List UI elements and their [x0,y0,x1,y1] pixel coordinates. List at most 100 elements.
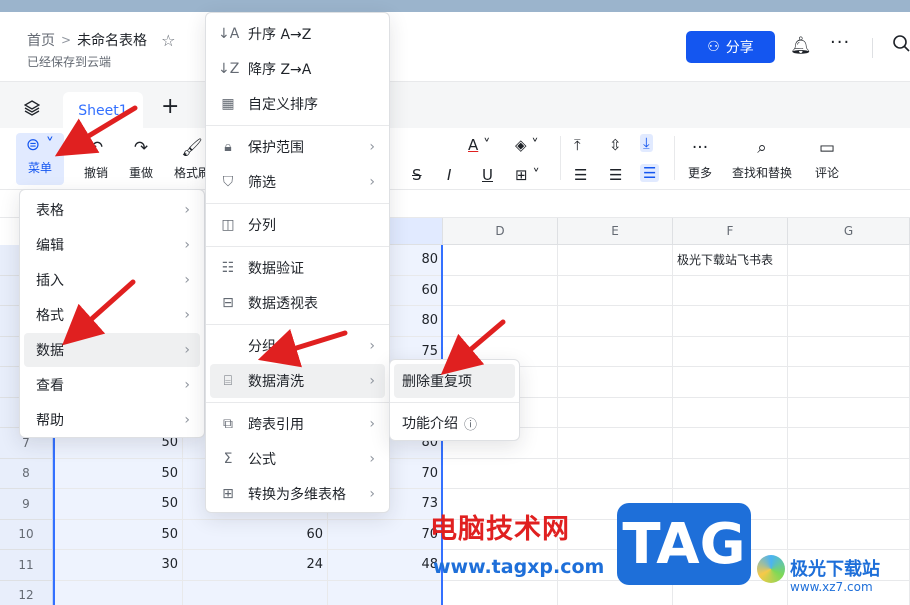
menu-item-remove-duplicates[interactable]: 删除重复项 [394,364,515,398]
table-cell[interactable] [788,397,910,428]
table-cell[interactable]: 24 [183,550,328,581]
table-cell[interactable] [673,275,788,306]
fill-color-icon[interactable]: ◈ ˅ [515,136,539,154]
table-cell[interactable] [443,275,558,306]
row-header[interactable]: 9 [0,489,53,520]
menu-item-format[interactable]: 格式 › [24,298,200,332]
table-cell[interactable] [673,336,788,367]
menu-item-protect-range[interactable]: 🔒︎ 保护范围 › [210,130,385,164]
comment-button[interactable]: ▭ 评论 [815,136,839,181]
align-middle-icon[interactable]: ⇳ [609,136,622,154]
menu-item-feature-intro[interactable]: 功能介绍 ⓘ [394,406,515,440]
align-right-icon[interactable]: ☰ [640,164,660,182]
col-header-g[interactable]: G [788,218,910,245]
table-cell[interactable] [788,519,910,550]
table-cell[interactable] [558,245,673,276]
italic-icon[interactable]: I [447,166,451,184]
table-cell[interactable] [673,367,788,398]
align-left-icon[interactable]: ☰ [574,166,587,184]
table-cell[interactable] [788,275,910,306]
table-cell[interactable] [788,458,910,489]
col-header-d[interactable]: D [443,218,558,245]
breadcrumb-home[interactable]: 首页 [27,30,55,50]
table-cell[interactable] [558,336,673,367]
menu-item-filter[interactable]: ⛉ 筛选 › [210,165,385,199]
table-cell[interactable] [558,458,673,489]
menu-item-data-cleaning[interactable]: ⌸ 数据清洗 › [210,364,385,398]
table-cell[interactable] [673,306,788,337]
table-cell[interactable] [443,580,558,605]
table-cell[interactable] [558,275,673,306]
menu-item-sort-asc[interactable]: ↓A 升序 A→Z [210,17,385,51]
table-cell[interactable] [788,367,910,398]
table-cell[interactable] [673,397,788,428]
table-cell[interactable] [558,397,673,428]
redo-button[interactable]: ↷ 重做 [129,136,153,181]
table-cell[interactable] [328,580,443,605]
table-cell[interactable] [788,336,910,367]
more-icon[interactable]: ··· [830,32,850,53]
font-color-icon[interactable]: A ˅ [468,136,491,154]
menu-item-data[interactable]: 数据 › [24,333,200,367]
table-cell[interactable]: 60 [183,519,328,550]
table-cell[interactable] [788,489,910,520]
table-cell[interactable] [673,428,788,459]
table-cell[interactable]: 70 [328,519,443,550]
table-cell[interactable]: 50 [53,458,183,489]
share-button[interactable]: ⚇ 分享 [686,31,775,63]
table-cell[interactable] [673,458,788,489]
table-cell[interactable]: 48 [328,550,443,581]
menu-item-view[interactable]: 查看 › [24,368,200,402]
table-cell[interactable] [558,306,673,337]
table-cell[interactable] [443,458,558,489]
strikethrough-icon[interactable]: S [412,166,422,184]
menu-item-cross-sheet-ref[interactable]: ⧉ 跨表引用 › [210,407,385,441]
menu-item-insert[interactable]: 插入 › [24,263,200,297]
table-cell[interactable] [443,245,558,276]
find-replace-button[interactable]: ⌕ 查找和替换 [732,136,792,181]
table-cell[interactable] [53,580,183,605]
row-header[interactable]: 10 [0,519,53,550]
layers-icon[interactable] [23,100,41,120]
table-cell[interactable] [183,580,328,605]
menu-item-formula[interactable]: Σ 公式 › [210,442,385,476]
menu-item-convert-multidim[interactable]: ⊞ 转换为多维表格 › [210,477,385,511]
table-cell[interactable] [558,367,673,398]
table-cell[interactable] [558,428,673,459]
menu-item-custom-sort[interactable]: ▦ 自定义排序 [210,87,385,121]
menu-item-help[interactable]: 帮助 › [24,403,200,437]
col-header-f[interactable]: F [673,218,788,245]
underline-icon[interactable]: U [482,166,493,184]
table-cell[interactable]: 极光下载站飞书表 [673,245,788,276]
menu-item-edit[interactable]: 编辑 › [24,228,200,262]
align-center-icon[interactable]: ☰ [609,166,622,184]
align-bottom-icon[interactable]: ⤓ [640,134,653,152]
row-header[interactable]: 12 [0,580,53,605]
table-cell[interactable]: 30 [53,550,183,581]
table-cell[interactable] [788,245,910,276]
align-top-icon[interactable]: ⤒ [574,136,581,154]
add-sheet-icon[interactable]: + [161,94,179,119]
undo-button[interactable]: ↶ 撤销 [84,136,108,181]
star-icon[interactable]: ☆ [161,31,175,50]
menu-button[interactable]: ⊜ ˅ 菜单 [16,133,64,185]
row-header[interactable]: 11 [0,550,53,581]
doc-title[interactable]: 未命名表格 [77,30,147,50]
search-icon[interactable] [892,34,910,57]
menu-item-split-column[interactable]: ◫ 分列 [210,208,385,242]
table-cell[interactable]: 50 [53,489,183,520]
menu-item-table[interactable]: 表格 › [24,193,200,227]
menu-item-group[interactable]: 分组 › [210,329,385,363]
menu-item-data-validation[interactable]: ☷ 数据验证 [210,251,385,285]
row-header[interactable]: 8 [0,458,53,489]
more-button[interactable]: ··· 更多 [688,136,712,181]
menu-item-sort-desc[interactable]: ↓Z 降序 Z→A [210,52,385,86]
table-cell[interactable] [788,306,910,337]
tab-sheet1[interactable]: Sheet1 [63,92,143,129]
col-header-e[interactable]: E [558,218,673,245]
table-cell[interactable] [788,428,910,459]
table-cell[interactable] [443,306,558,337]
border-icon[interactable]: ⊞ ˅ [515,166,540,184]
bell-icon[interactable]: 🔔︎ [790,36,812,56]
table-cell[interactable]: 50 [53,519,183,550]
